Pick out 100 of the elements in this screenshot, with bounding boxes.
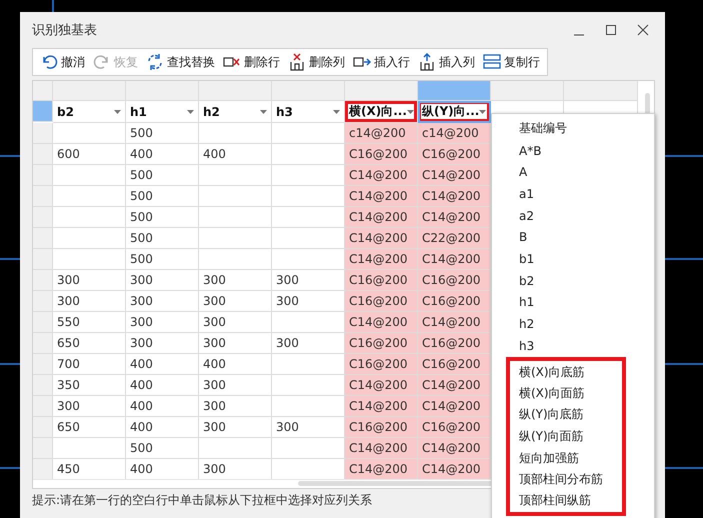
table-cell: C14@200 bbox=[345, 207, 418, 228]
table-cell: 550 bbox=[53, 312, 126, 333]
row-header[interactable] bbox=[33, 354, 53, 375]
column-header[interactable]: h1 bbox=[126, 101, 199, 123]
dropdown-arrow-icon bbox=[479, 110, 486, 114]
maximize-icon[interactable] bbox=[605, 24, 617, 36]
dropdown-arrow-icon bbox=[333, 110, 340, 114]
row-header[interactable] bbox=[33, 186, 53, 207]
delete-column-icon bbox=[288, 53, 306, 71]
column-header[interactable]: 横(X)向... bbox=[345, 101, 418, 123]
close-icon[interactable] bbox=[637, 24, 649, 36]
table-cell: C14@200 bbox=[418, 459, 491, 480]
redo-icon bbox=[93, 53, 111, 71]
table-cell: 700 bbox=[53, 354, 126, 375]
table-cell: C16@200 bbox=[345, 417, 418, 438]
header-cell bbox=[33, 81, 53, 101]
menu-item[interactable]: h3 bbox=[492, 334, 654, 357]
toolbar-button[interactable]: 删除行 bbox=[220, 50, 283, 74]
menu-item[interactable]: 纵(Y)向面筋 bbox=[506, 426, 626, 448]
row-header[interactable] bbox=[33, 144, 53, 165]
row-header[interactable] bbox=[33, 270, 53, 291]
table-cell: 300 bbox=[53, 396, 126, 417]
table-cell: C14@200 bbox=[345, 186, 418, 207]
table-cell: 650 bbox=[53, 333, 126, 354]
menu-item[interactable]: 基础编号 bbox=[492, 118, 654, 140]
table-cell: 300 bbox=[126, 291, 199, 312]
column-selector[interactable] bbox=[345, 81, 418, 101]
dropdown-arrow-icon bbox=[187, 110, 194, 114]
menu-item[interactable]: 短向加强筋 bbox=[506, 447, 626, 469]
table-cell: C14@200 bbox=[345, 438, 418, 459]
row-header[interactable] bbox=[33, 333, 53, 354]
table-cell: 300 bbox=[199, 396, 272, 417]
menu-item[interactable]: A bbox=[492, 161, 654, 184]
table-cell: C16@200 bbox=[345, 354, 418, 375]
select-all-cell[interactable] bbox=[33, 101, 53, 122]
menu-item[interactable]: a1 bbox=[492, 183, 654, 205]
row-header[interactable] bbox=[33, 396, 53, 417]
toolbar-button[interactable]: 查找替换 bbox=[143, 50, 218, 74]
row-header[interactable] bbox=[33, 228, 53, 249]
column-header[interactable]: h3 bbox=[272, 101, 345, 123]
menu-item[interactable]: A*B bbox=[492, 140, 654, 162]
menu-item[interactable]: b1 bbox=[492, 248, 654, 270]
dropdown-arrow-icon bbox=[406, 110, 414, 114]
menu-item[interactable]: b2 bbox=[492, 270, 654, 292]
menu-item[interactable]: 横(X)向底筋 bbox=[506, 356, 626, 382]
column-selector[interactable] bbox=[418, 81, 491, 101]
row-header[interactable] bbox=[33, 417, 53, 438]
replace-icon bbox=[146, 53, 164, 71]
toolbar-button[interactable]: 插入列 bbox=[415, 50, 478, 74]
window-title: 识别独基表 bbox=[32, 22, 98, 39]
table-cell: C16@200 bbox=[345, 291, 418, 312]
menu-item[interactable]: h2 bbox=[492, 313, 654, 335]
toolbar-button[interactable]: 复制行 bbox=[480, 50, 543, 74]
row-header[interactable] bbox=[33, 207, 53, 228]
row-header[interactable] bbox=[33, 312, 53, 333]
row-header[interactable] bbox=[33, 459, 53, 480]
column-selector[interactable] bbox=[272, 81, 345, 101]
column-selector[interactable] bbox=[53, 81, 126, 101]
menu-item[interactable]: 顶部柱间分布筋 bbox=[506, 469, 626, 491]
row-header[interactable] bbox=[33, 291, 53, 312]
insert-column-icon bbox=[418, 53, 436, 71]
table-cell: 300 bbox=[53, 270, 126, 291]
toolbar-button[interactable]: 删除列 bbox=[285, 50, 348, 74]
row-header[interactable] bbox=[33, 165, 53, 186]
table-cell: C14@200 bbox=[418, 312, 491, 333]
table-cell: C16@200 bbox=[418, 270, 491, 291]
table-cell: c14@200 bbox=[345, 123, 418, 144]
table-cell: C14@200 bbox=[418, 186, 491, 207]
row-header[interactable] bbox=[33, 249, 53, 270]
menu-item[interactable]: 纵(Y)向底筋 bbox=[506, 404, 626, 426]
column-header[interactable]: 纵(Y)向... bbox=[418, 101, 491, 123]
table-cell: 500 bbox=[126, 249, 199, 270]
toolbar-button[interactable]: 插入行 bbox=[350, 50, 413, 74]
row-header[interactable] bbox=[33, 123, 53, 144]
hint-text: 提示:请在第一行的空白行中单击鼠标从下拉框中选择对应列关系 bbox=[32, 492, 372, 509]
menu-item[interactable]: a2 bbox=[492, 204, 654, 226]
column-selector[interactable] bbox=[491, 81, 564, 101]
column-selector[interactable] bbox=[564, 81, 638, 101]
menu-item[interactable]: 顶部柱间纵筋 bbox=[506, 490, 626, 516]
menu-item[interactable]: 横(X)向面筋 bbox=[506, 382, 626, 404]
column-selector[interactable] bbox=[126, 81, 199, 101]
table-cell: 400 bbox=[126, 144, 199, 165]
table-cell: 400 bbox=[126, 417, 199, 438]
menu-item[interactable]: B bbox=[492, 226, 654, 248]
menu-item[interactable]: h1 bbox=[492, 292, 654, 314]
table-cell: C22@200 bbox=[418, 228, 491, 249]
column-header[interactable]: b2 bbox=[53, 101, 126, 123]
dropdown-arrow-icon bbox=[260, 110, 267, 114]
table-cell: 650 bbox=[53, 417, 126, 438]
table-cell: 300 bbox=[199, 333, 272, 354]
row-header[interactable] bbox=[33, 438, 53, 459]
table-cell: C14@200 bbox=[345, 375, 418, 396]
toolbar-button[interactable]: 撤消 bbox=[37, 50, 88, 74]
row-header[interactable] bbox=[33, 375, 53, 396]
table-cell: 500 bbox=[126, 207, 199, 228]
table-cell: 600 bbox=[53, 144, 126, 165]
column-selector[interactable] bbox=[199, 81, 272, 101]
table-cell: 300 bbox=[126, 312, 199, 333]
table-cell: 500 bbox=[126, 123, 199, 144]
column-header[interactable]: h2 bbox=[199, 101, 272, 123]
